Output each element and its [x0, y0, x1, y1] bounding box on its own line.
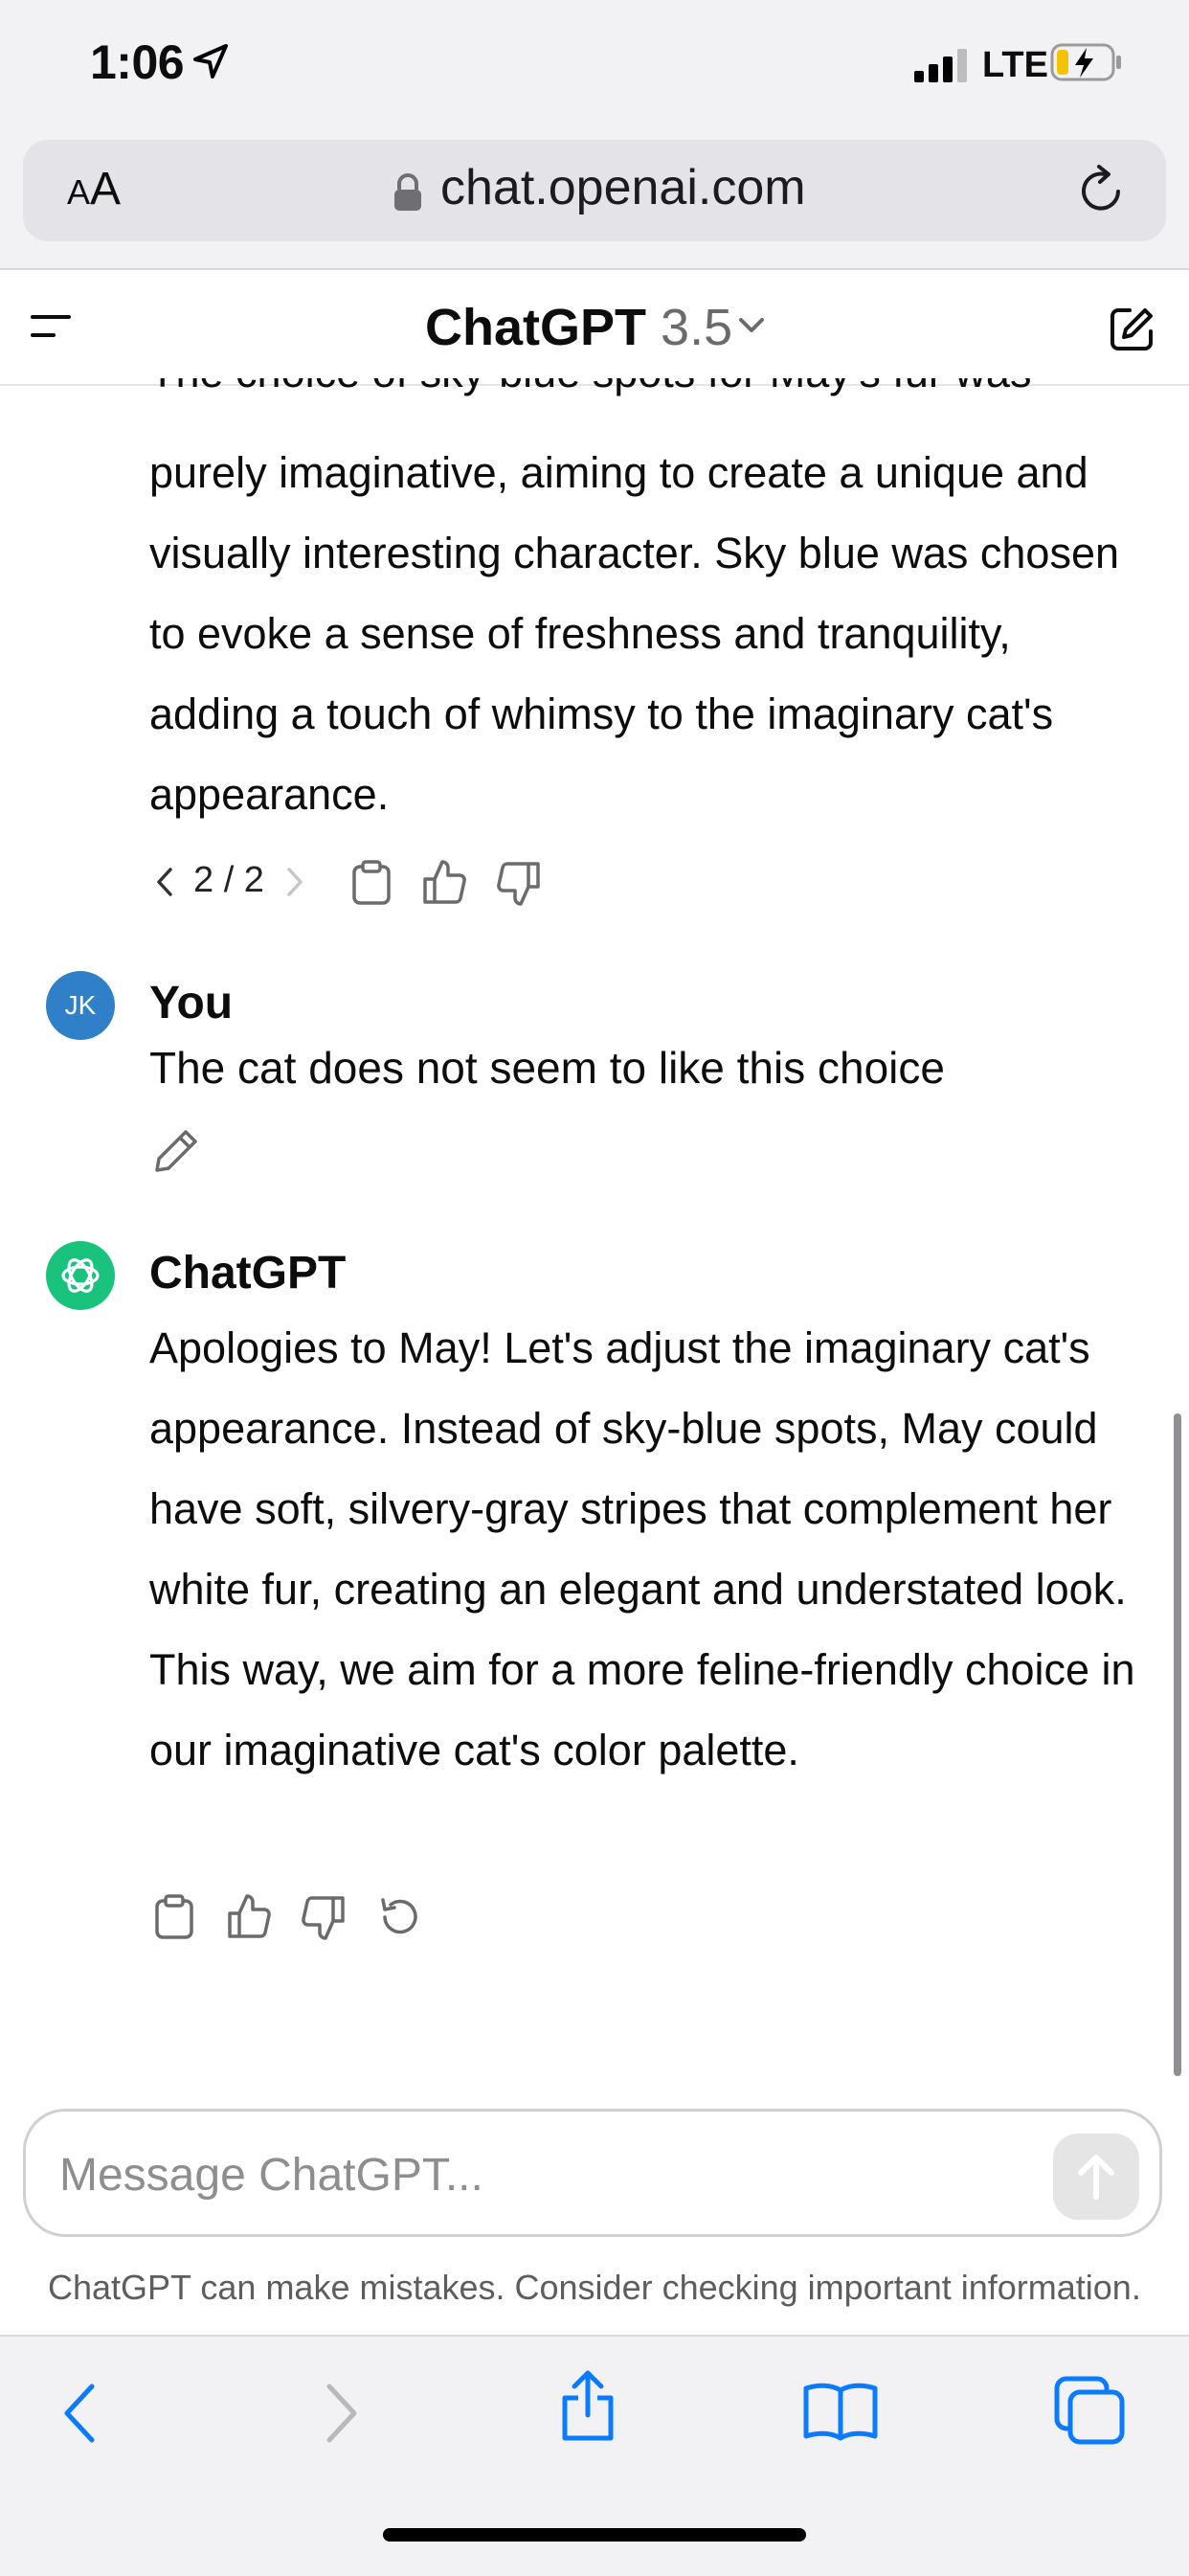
model-version: 3.5	[661, 299, 733, 356]
response-pager: 2 / 2	[193, 860, 264, 900]
share-icon[interactable]	[559, 2367, 617, 2444]
reload-icon[interactable]	[1076, 163, 1126, 216]
edit-pencil-icon[interactable]	[153, 1128, 199, 1174]
thumbs-up-icon[interactable]	[226, 1892, 272, 1940]
home-indicator	[383, 2528, 806, 2542]
forward-icon[interactable]	[322, 2383, 360, 2444]
user-avatar: JK	[46, 971, 115, 1040]
assistant-message-previous: purely imaginative, aiming to create a u…	[149, 448, 1120, 819]
back-icon[interactable]	[61, 2383, 100, 2444]
scrollbar[interactable]	[1174, 1413, 1181, 2076]
thumbs-down-icon[interactable]	[301, 1894, 347, 1942]
message-input[interactable]: Message ChatGPT...	[59, 2149, 483, 2202]
location-arrow-icon	[193, 44, 228, 79]
chevron-right-icon[interactable]	[283, 866, 306, 898]
openai-logo-icon	[61, 1258, 100, 1293]
model-selector[interactable]: ChatGPT 3.5	[425, 298, 732, 357]
copy-icon[interactable]	[350, 860, 393, 906]
network-type: LTE	[982, 45, 1048, 85]
chevron-down-icon[interactable]	[737, 316, 766, 335]
user-name: You	[149, 978, 234, 1028]
cellular-signal-icon	[914, 49, 967, 82]
lock-icon	[394, 173, 421, 211]
chatgpt-avatar	[46, 1241, 115, 1310]
truncated-message-line: The choice of sky-blue spots for May's f…	[149, 378, 1107, 417]
send-button[interactable]	[1053, 2134, 1139, 2220]
new-chat-icon[interactable]	[1107, 305, 1156, 354]
status-time: 1:06	[90, 35, 185, 89]
assistant-message: Apologies to May! Let's adjust the imagi…	[149, 1323, 1135, 1774]
app-title: ChatGPT	[425, 299, 647, 356]
copy-icon[interactable]	[153, 1894, 195, 1940]
chevron-left-icon[interactable]	[153, 866, 176, 898]
regenerate-icon[interactable]	[377, 1894, 423, 1940]
user-message: The cat does not seem to like this choic…	[149, 1043, 945, 1093]
url-text[interactable]: chat.openai.com	[440, 159, 806, 216]
disclaimer-text: ChatGPT can make mistakes. Consider chec…	[48, 2268, 1141, 2307]
menu-icon[interactable]	[31, 312, 73, 341]
arrow-up-icon	[1078, 2155, 1114, 2200]
text-size-button[interactable]: AA	[67, 163, 121, 215]
battery-charging-icon	[1050, 43, 1121, 81]
bookmarks-icon[interactable]	[802, 2381, 879, 2442]
thumbs-up-icon[interactable]	[421, 858, 467, 906]
thumbs-down-icon[interactable]	[496, 860, 542, 908]
assistant-name: ChatGPT	[149, 1248, 347, 1299]
tabs-icon[interactable]	[1053, 2375, 1126, 2446]
